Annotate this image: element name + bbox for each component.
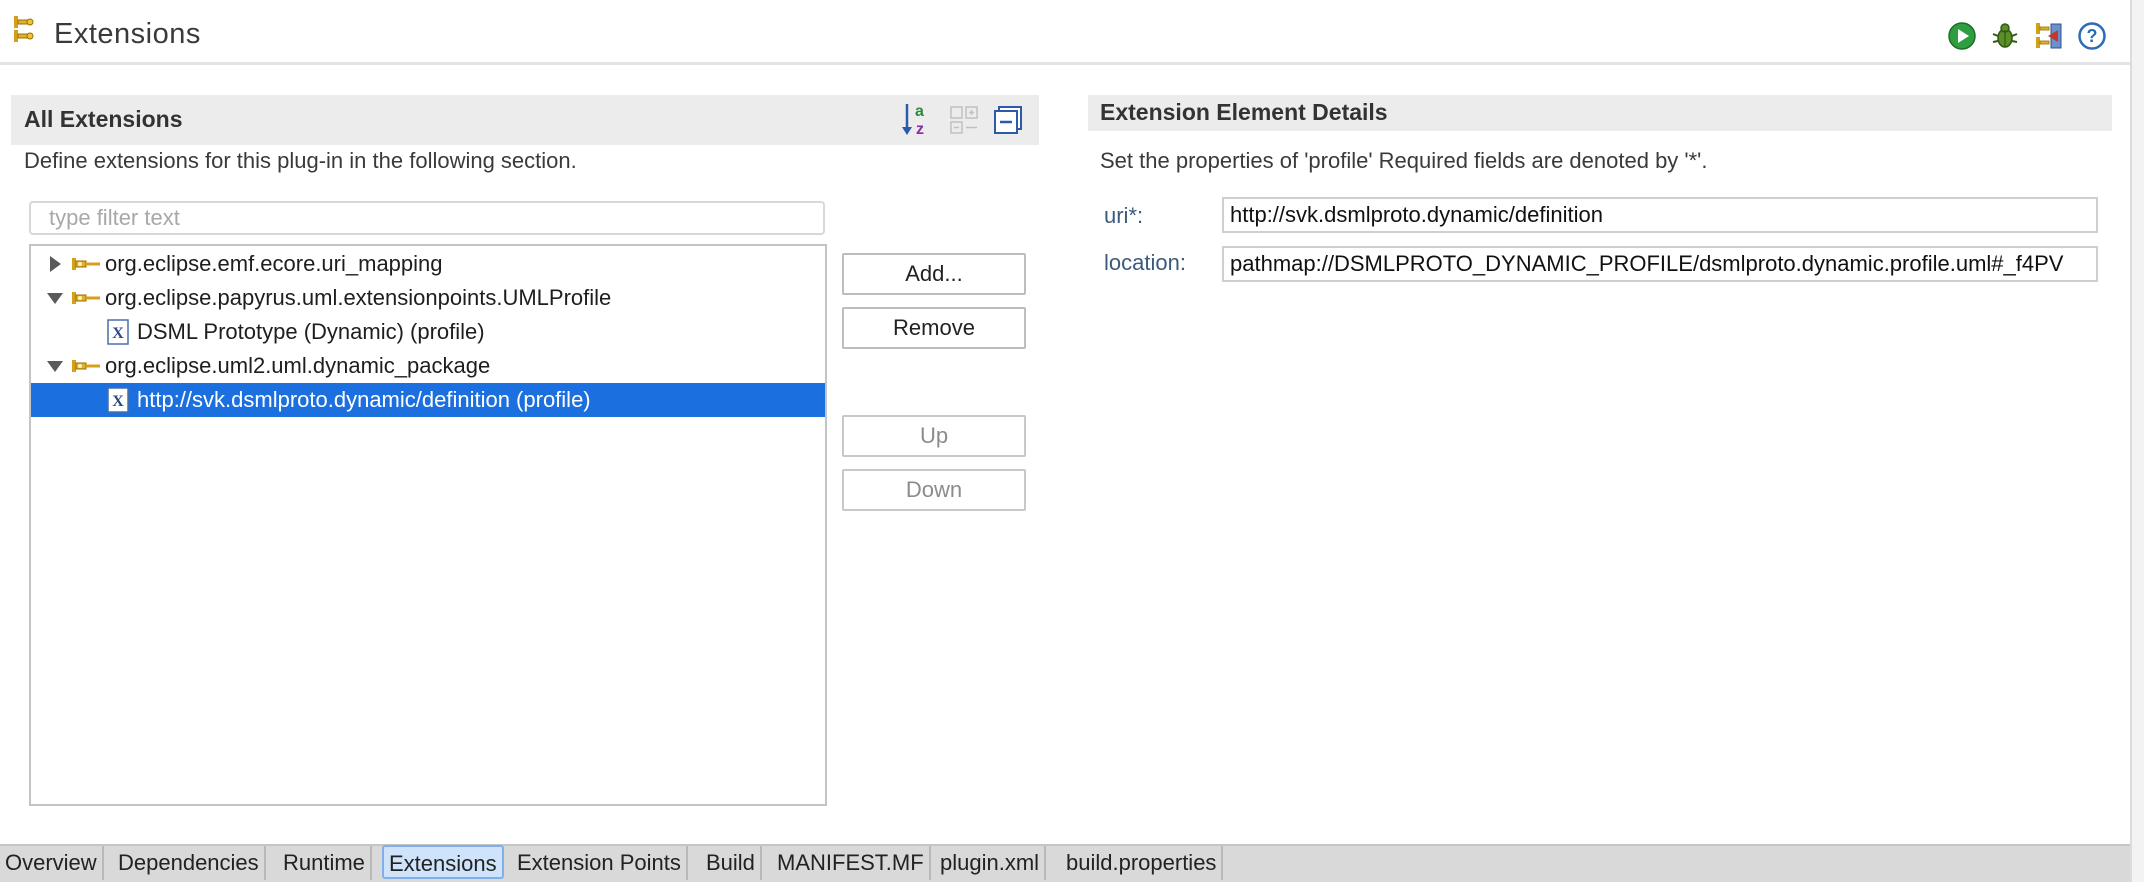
tree-item-label: org.eclipse.emf.ecore.uri_mapping xyxy=(105,251,443,276)
down-button[interactable]: Down xyxy=(842,469,1026,511)
remove-button[interactable]: Remove xyxy=(842,307,1026,349)
uri-label: uri*: xyxy=(1104,203,1144,228)
up-button[interactable]: Up xyxy=(842,415,1026,457)
collapse-arrow-icon[interactable] xyxy=(44,281,66,315)
tree-item-label: org.eclipse.papyrus.uml.extensionpoints.… xyxy=(105,285,612,310)
tree-item-dynamic-package[interactable]: org.eclipse.uml2.uml.dynamic_package xyxy=(31,349,825,383)
page-title: Extensions xyxy=(54,18,201,50)
tree-item-umlprofile[interactable]: org.eclipse.papyrus.uml.extensionpoints.… xyxy=(31,281,825,315)
svg-text:a: a xyxy=(915,103,924,120)
details-description: Set the properties of 'profile' Required… xyxy=(1100,148,1708,173)
tab-build-properties[interactable]: build.properties xyxy=(1061,846,1224,880)
tab-extensions[interactable]: Extensions xyxy=(382,845,504,879)
export-icon[interactable] xyxy=(2031,19,2065,53)
tab-dependencies[interactable]: Dependencies xyxy=(113,846,266,880)
tab-overview[interactable]: Overview xyxy=(0,846,104,880)
tree-item-label: DSML Prototype (Dynamic) (profile) xyxy=(137,319,485,344)
uri-field[interactable]: http://svk.dsmlproto.dynamic/definition xyxy=(1222,197,2098,233)
run-icon[interactable] xyxy=(1945,19,1979,53)
debug-icon[interactable] xyxy=(1988,19,2022,53)
expand-arrow-icon[interactable] xyxy=(44,247,66,281)
extensions-page-icon xyxy=(10,14,40,44)
details-title: Extension Element Details xyxy=(1100,99,1388,125)
svg-text:?: ? xyxy=(2087,26,2098,46)
tree-item-label: http://svk.dsmlproto.dynamic/definition … xyxy=(137,387,591,412)
help-icon[interactable]: ? xyxy=(2075,19,2109,53)
tree-item-dsml-prototype[interactable]: X DSML Prototype (Dynamic) (profile) xyxy=(31,315,825,349)
collapse-all-icon[interactable] xyxy=(992,104,1024,136)
tree-item-label: org.eclipse.uml2.uml.dynamic_package xyxy=(105,353,491,378)
all-extensions-description: Define extensions for this plug-in in th… xyxy=(24,148,577,173)
header-divider xyxy=(0,62,2130,65)
add-button[interactable]: Add... xyxy=(842,253,1026,295)
sort-alphabetical-icon[interactable]: a z xyxy=(902,100,936,138)
expand-all-icon xyxy=(948,104,980,136)
tab-build[interactable]: Build xyxy=(701,846,762,880)
svg-text:z: z xyxy=(916,121,924,138)
window-edge xyxy=(2130,0,2144,882)
location-label: location: xyxy=(1104,250,1186,275)
tab-extension-points[interactable]: Extension Points xyxy=(512,846,688,880)
svg-text:X: X xyxy=(112,393,124,410)
collapse-arrow-icon[interactable] xyxy=(44,349,66,383)
tree-item-definition-profile[interactable]: X http://svk.dsmlproto.dynamic/definitio… xyxy=(31,383,825,417)
extensions-tree[interactable]: org.eclipse.emf.ecore.uri_mapping org.ec… xyxy=(29,244,827,806)
location-field[interactable]: pathmap://DSMLPROTO_DYNAMIC_PROFILE/dsml… xyxy=(1222,246,2098,282)
xml-element-icon: X xyxy=(107,387,129,423)
tab-manifest[interactable]: MANIFEST.MF xyxy=(772,846,931,880)
svg-text:X: X xyxy=(112,325,124,342)
tree-item-uri-mapping[interactable]: org.eclipse.emf.ecore.uri_mapping xyxy=(31,247,825,281)
tab-plugin-xml[interactable]: plugin.xml xyxy=(935,846,1047,880)
filter-input[interactable] xyxy=(29,201,825,235)
all-extensions-title: All Extensions xyxy=(24,106,183,132)
tab-runtime[interactable]: Runtime xyxy=(278,846,372,880)
